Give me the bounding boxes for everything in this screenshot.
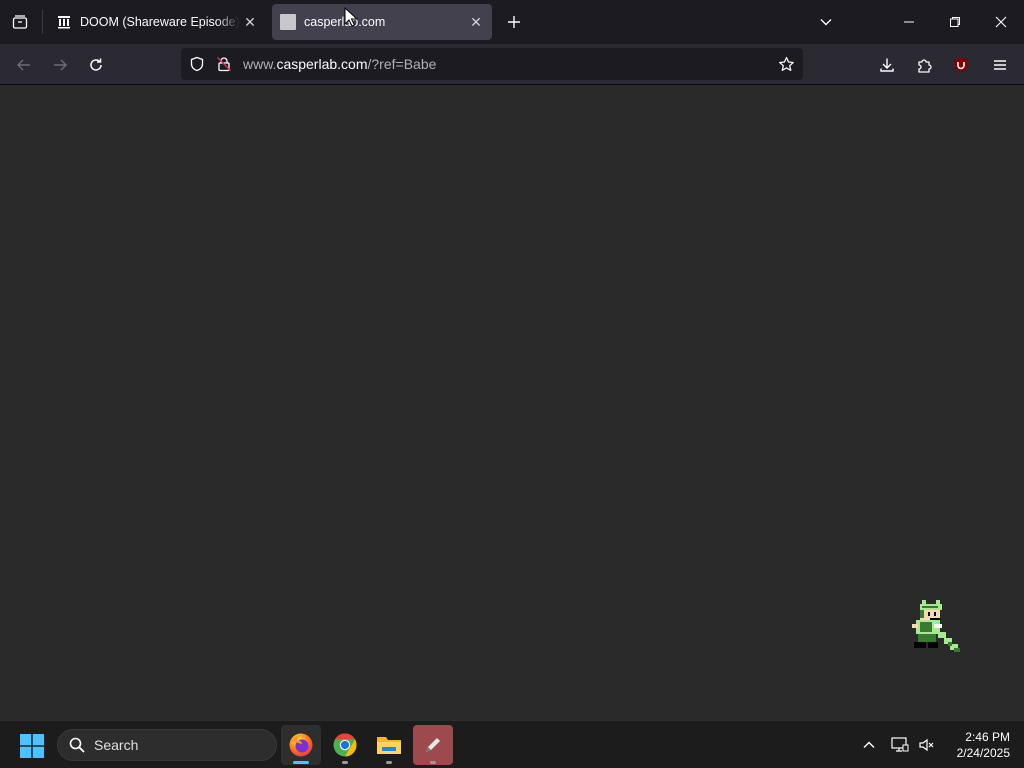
taskbar-chrome[interactable] bbox=[325, 725, 365, 765]
tanooki-character-sprite bbox=[912, 600, 960, 652]
ublock-extension-icon[interactable] bbox=[948, 52, 974, 78]
taskbar-search[interactable]: Search bbox=[57, 729, 277, 761]
open-indicator bbox=[430, 761, 436, 764]
lock-slash-icon[interactable] bbox=[215, 55, 233, 73]
tab-doom[interactable]: DOOM (Shareware Episode) : id ✕ bbox=[48, 4, 266, 40]
tab-title: DOOM (Shareware Episode) : id bbox=[80, 15, 240, 29]
reload-icon[interactable] bbox=[83, 52, 109, 78]
tab-list-icon[interactable] bbox=[8, 10, 32, 34]
clock-time: 2:46 PM bbox=[965, 730, 1010, 744]
taskbar-file-explorer[interactable] bbox=[369, 725, 409, 765]
open-indicator bbox=[386, 761, 392, 764]
arrow-left-icon[interactable] bbox=[11, 52, 37, 78]
tab-strip: DOOM (Shareware Episode) : id ✕ casperla… bbox=[0, 0, 1024, 44]
volume-muted-icon[interactable] bbox=[914, 733, 938, 757]
network-icon[interactable] bbox=[888, 733, 912, 757]
chevron-down-icon[interactable] bbox=[814, 10, 838, 34]
mouse-cursor-icon bbox=[344, 7, 358, 27]
download-icon[interactable] bbox=[874, 52, 900, 78]
active-indicator bbox=[293, 761, 309, 764]
firefox-icon bbox=[289, 733, 313, 757]
taskbar-pen-app[interactable] bbox=[413, 725, 453, 765]
puzzle-icon[interactable] bbox=[911, 52, 937, 78]
close-icon[interactable]: ✕ bbox=[466, 12, 486, 32]
minimize-icon[interactable] bbox=[886, 0, 932, 44]
taskbar-firefox[interactable] bbox=[281, 725, 321, 765]
shield-icon[interactable] bbox=[188, 55, 206, 73]
hamburger-icon[interactable] bbox=[987, 52, 1013, 78]
url-prefix: www. bbox=[243, 56, 277, 72]
taskbar: Search 2:46 PM 2/24/2025 bbox=[0, 720, 1024, 768]
archive-favicon-icon bbox=[56, 14, 72, 30]
browser-window: DOOM (Shareware Episode) : id ✕ casperla… bbox=[0, 0, 1024, 720]
search-icon bbox=[68, 736, 86, 754]
tab-title: casperlab.com bbox=[304, 15, 466, 29]
page-content[interactable] bbox=[0, 85, 1024, 720]
url-bar[interactable]: www.casperlab.com/?ref=Babe bbox=[181, 48, 803, 80]
windows-start-icon[interactable] bbox=[20, 734, 44, 758]
pen-icon bbox=[426, 738, 440, 752]
page-favicon-icon bbox=[280, 14, 296, 30]
close-icon[interactable]: ✕ bbox=[240, 12, 260, 32]
url-text[interactable]: www.casperlab.com/?ref=Babe bbox=[243, 56, 436, 72]
plus-icon[interactable] bbox=[502, 10, 526, 34]
open-indicator bbox=[342, 761, 348, 764]
clock-date: 2/24/2025 bbox=[956, 746, 1010, 760]
url-host: casperlab.com bbox=[276, 56, 368, 72]
folder-icon bbox=[377, 737, 401, 754]
chrome-icon bbox=[333, 733, 357, 757]
tab-casperlab[interactable]: casperlab.com ✕ bbox=[272, 4, 492, 40]
tab-separator bbox=[42, 10, 43, 34]
nav-toolbar: www.casperlab.com/?ref=Babe 1 bbox=[0, 44, 1024, 106]
chevron-up-icon[interactable] bbox=[857, 733, 881, 757]
restore-icon[interactable] bbox=[932, 0, 978, 44]
close-window-icon[interactable] bbox=[978, 0, 1024, 44]
search-placeholder: Search bbox=[94, 737, 139, 753]
system-clock[interactable]: 2:46 PM 2/24/2025 bbox=[946, 729, 1010, 761]
star-icon[interactable] bbox=[777, 55, 795, 73]
arrow-right-icon[interactable] bbox=[47, 52, 73, 78]
url-path: /?ref=Babe bbox=[367, 56, 437, 72]
